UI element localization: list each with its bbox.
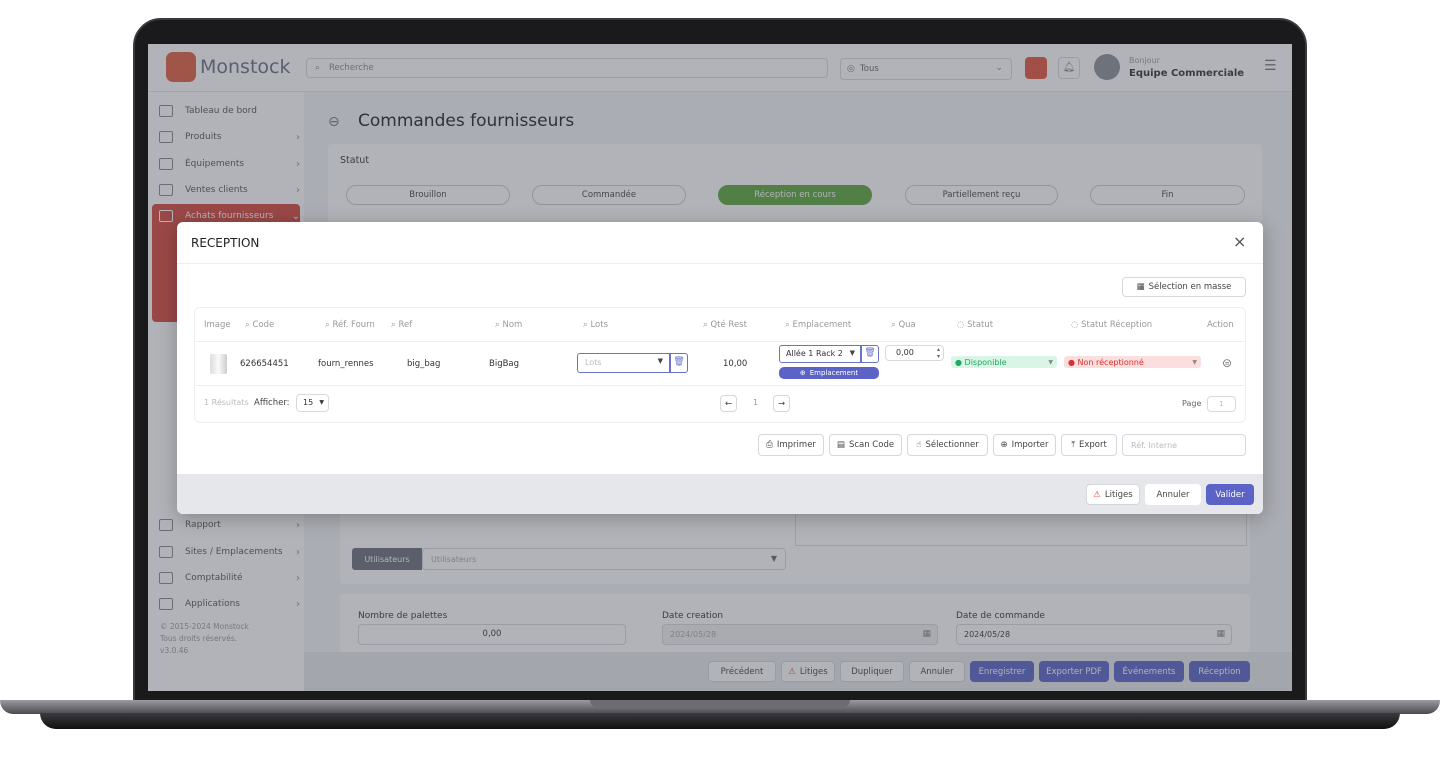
button-label: Emplacement [809,369,859,377]
column-header-code[interactable]: ⌕ Code [245,320,274,330]
cell-qte-rest: 10,00 [723,359,748,369]
close-icon[interactable]: × [1233,232,1246,251]
trash-icon[interactable]: 🗑︎ [861,345,879,363]
quantity-value: 0,00 [896,348,914,357]
validate-button[interactable]: Valider [1206,484,1254,505]
qr-icon: ▦ [1136,282,1145,292]
status-dot-icon: ● [1068,357,1075,367]
caret-down-icon: ▼ [849,349,855,357]
status-dot-icon: ● [955,357,962,367]
column-header-ref[interactable]: ⌕ Ref [391,320,412,330]
caret-down-icon: ▼ [319,399,324,406]
button-label: Imprimer [776,440,816,450]
page-size-select[interactable]: 15 ▼ [296,394,329,412]
caret-down-icon: ▼ [1048,358,1053,366]
column-header-action: Action [1207,320,1234,330]
column-label: Ref [398,320,413,330]
screen: Monstock ⌕ Recherche ◎ Tous ⌄ 🔔︎ Bonjour… [148,44,1292,691]
emplacement-select[interactable]: Allée 1 Rack 2 ▼ [779,345,861,363]
upload-icon: ⤒ [1071,440,1075,450]
column-header-statut-reception[interactable]: ◌ Statut Réception [1071,320,1152,330]
column-header-statut[interactable]: ◌ Statut [957,320,993,330]
lots-placeholder: Lots [585,358,602,367]
stepper-arrows-icon[interactable]: ▴ ▾ [937,346,940,360]
page-input[interactable]: 1 [1207,396,1236,412]
modal-disputes-button[interactable]: ⚠︎ Litiges [1086,484,1140,505]
internal-ref-input[interactable]: Réf. Interne [1122,434,1246,456]
internal-ref-placeholder: Réf. Interne [1131,441,1178,450]
column-header-lots[interactable]: ⌕ Lots [583,320,608,330]
laptop-base-bottom [40,713,1400,729]
pointer-icon: ☝︎ [916,440,922,450]
reception-status-select[interactable]: ● Non réceptionné ▼ [1064,356,1201,368]
column-header-qte-rest[interactable]: ⌕ Qté Rest [703,320,747,330]
arrow-left-icon: ← [724,398,733,409]
status-value: Disponible [964,357,1007,367]
add-emplacement-button[interactable]: ⊕ Emplacement [779,367,879,379]
button-label: Sélection en masse [1148,282,1232,292]
divider [177,263,1263,264]
results-count: 1 Résultats [204,398,249,407]
divider [195,385,1245,386]
button-label: Export [1078,440,1107,450]
cell-nom: BigBag [489,359,520,369]
export-button[interactable]: ⤒ Export [1061,434,1117,456]
lots-select[interactable]: Lots ▼ [577,353,670,373]
button-label: Annuler [1156,489,1190,500]
show-label: Afficher: [254,398,290,408]
reception-modal: RECEPTION × ▦ Sélection en masse Image ⌕ … [177,222,1263,514]
page-label: Page [1182,399,1202,408]
column-header-qua[interactable]: ⌕ Qua [891,320,916,330]
column-header-nom[interactable]: ⌕ Nom [495,320,522,330]
emplacement-value: Allée 1 Rack 2 [786,349,843,358]
column-header-emplacement[interactable]: ⌕ Emplacement [785,320,865,330]
modal-title: RECEPTION [191,236,260,250]
cell-code: 626654451 [240,359,289,369]
prev-page-button[interactable]: ← [720,395,737,412]
column-label: Qté Rest [710,320,747,330]
column-label: Code [252,320,275,330]
laptop-notch [590,700,850,708]
button-label: Importer [1011,440,1049,450]
dispute-icon: ⚠︎ [1093,489,1101,500]
reception-status-value: Non réceptionné [1077,357,1144,367]
plus-circle-icon: ⊕ [799,369,806,377]
scan-code-button[interactable]: ▤ Scan Code [829,434,902,456]
column-label: Statut [967,320,994,330]
column-label: Nom [502,320,523,330]
column-label: Qua [898,320,916,330]
product-image [210,354,227,374]
bulk-select-button[interactable]: ▦ Sélection en masse [1122,277,1246,297]
caret-down-icon: ▼ [657,357,663,365]
column-label: Emplacement [792,320,852,330]
button-label: Litiges [1104,489,1133,500]
select-button[interactable]: ☝︎ Sélectionner [907,434,988,456]
arrow-right-icon: → [777,398,786,409]
caret-down-icon: ▼ [1192,358,1197,366]
column-label: Lots [590,320,609,330]
print-button[interactable]: ⎙ Imprimer [758,434,824,456]
button-label: Scan Code [848,440,895,450]
divider [195,341,1245,342]
barcode-icon: ▤ [836,440,845,450]
import-button[interactable]: ⊕ Importer [993,434,1056,456]
column-header-image: Image [204,320,231,330]
modal-cancel-button[interactable]: Annuler [1145,484,1201,505]
cell-ref: big_bag [407,359,441,369]
trash-icon[interactable]: 🗑︎ [670,353,688,373]
current-page: 1 [753,398,759,407]
page-size-value: 15 [303,398,314,407]
status-select[interactable]: ● Disponible ▼ [951,356,1057,368]
button-label: Valider [1215,489,1245,500]
next-page-button[interactable]: → [773,395,790,412]
printer-icon: ⎙ [766,440,773,450]
plus-circle-icon: ⊕ [1000,440,1008,450]
column-header-ref-fourn[interactable]: ⌕ Réf. Fourn [325,320,375,330]
cell-ref-fourn: fourn_rennes [318,359,374,369]
quantity-stepper[interactable]: 0,00 ▴ ▾ [885,345,944,361]
column-label: Réf. Fourn [332,320,375,330]
action-menu-icon[interactable]: ⊜ [1222,356,1232,370]
button-label: Sélectionner [925,440,979,450]
column-label: Statut Réception [1081,320,1153,330]
